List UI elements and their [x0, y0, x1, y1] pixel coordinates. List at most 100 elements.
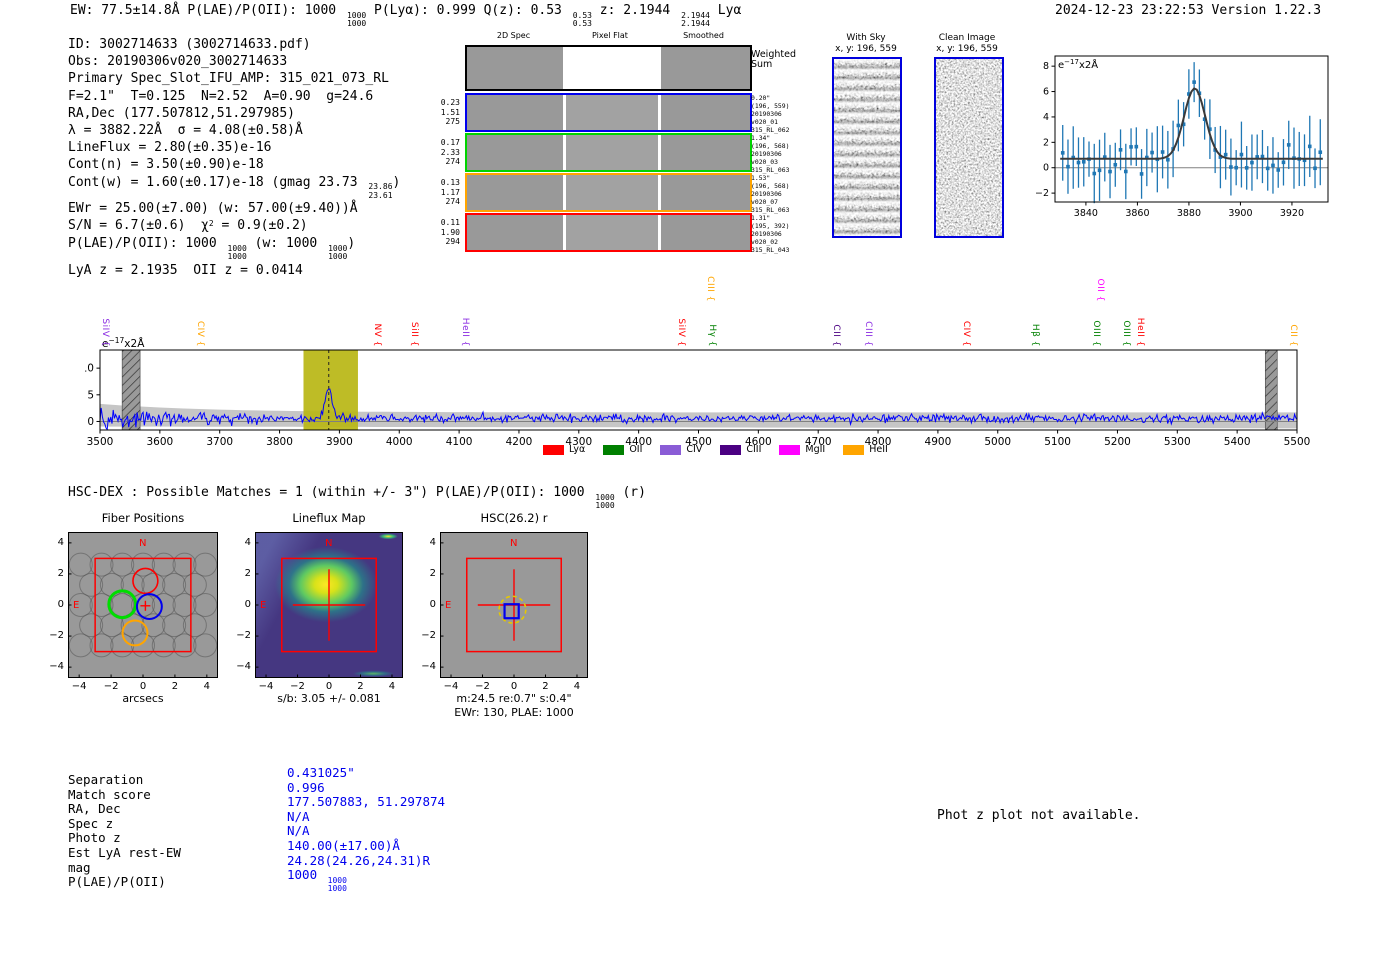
cutout-ytick: −2	[236, 630, 251, 642]
svg-text:N: N	[139, 538, 146, 549]
info-line: LyA z = 2.1935 OII z = 0.0414	[68, 262, 303, 278]
spec2d-left-values: 0.17 2.33 274	[440, 138, 460, 167]
match-table-labels: Separation Match score RA, Dec Spec z Photo …	[68, 772, 181, 890]
cutout-xtick: 0	[510, 681, 518, 692]
stacked-fraction: 1000 1000	[327, 875, 347, 894]
hsc-cutout-title: HSC(26.2) r	[480, 511, 548, 525]
lineflux-caption: s/b: 3.05 +/- 0.081	[277, 692, 381, 705]
info-line: λ = 3882.22Å σ = 4.08(±0.58)Å	[68, 123, 303, 139]
legend-item-OII: OII	[603, 444, 642, 455]
cutout-ytick: −4	[421, 661, 436, 673]
line-fit-plot: 3840 3860 3880 3900 3920 −2 0 2 4 6 8 e−17​x2Å	[1028, 40, 1338, 240]
svg-text:2: 2	[1043, 137, 1049, 148]
cutout-xtick: −2	[290, 681, 305, 692]
spec2d-header-2dspec: 2D Spec	[496, 31, 531, 40]
emission-label-HeII: HeII {	[460, 317, 470, 347]
elixer-report-page: EW: 77.5±14.8Å P(LAE)/P(OII): 1000 1000 1…	[0, 0, 1400, 953]
cutout-ytick: 0	[429, 599, 436, 610]
spec2d-left-values: 0.13 1.17 274	[440, 178, 460, 207]
match-row-value: 1000 1000 1000	[287, 867, 347, 894]
svg-text:5: 5	[87, 389, 94, 401]
cutout-xtick: 2	[171, 681, 179, 692]
cutout-ytick: −4	[49, 661, 64, 673]
spec2d-header-smoothed: Smoothed	[683, 31, 724, 40]
svg-text:3800: 3800	[266, 436, 293, 448]
spec2d-header-pixelflat: Pixel Flat	[592, 31, 628, 40]
emission-label-HeII: HeII {	[1135, 317, 1145, 347]
match-row-value: N/A	[287, 823, 310, 839]
spec2d-row	[465, 133, 752, 172]
info-line: S/N = 6.7(±0.6) χ2 = 0.9(±0.2)	[68, 218, 308, 234]
cutout-ytick: 2	[429, 567, 436, 579]
withsky-image	[832, 57, 902, 238]
stacked-fraction: 1000 1000	[595, 492, 615, 510]
emission-label-NV: NV {	[372, 323, 382, 347]
svg-text:E: E	[260, 600, 266, 611]
svg-text:8: 8	[1043, 61, 1049, 72]
match-row-value: 0.996	[287, 779, 325, 795]
cutout-xtick: 0	[325, 681, 333, 692]
legend-item-CIII: CIII	[720, 444, 761, 455]
info-line: LineFlux = 2.80(±0.35)e-16	[68, 140, 272, 156]
svg-text:4100: 4100	[446, 436, 473, 448]
hsc-caption-2: EWr: 130, PLAE: 1000	[454, 706, 574, 719]
stacked-fraction: 2.1944 2.1944	[681, 10, 710, 28]
info-line: P(LAE)/P(OII): 1000 1000 1000 (w: 1000 10…	[68, 236, 356, 262]
emission-label-Hβ: Hβ {	[1030, 323, 1040, 347]
cutout-xtick: −2	[475, 681, 490, 692]
spec2d-row	[465, 173, 752, 212]
info-line: RA,Dec (177.507812,51.297985)	[68, 105, 295, 121]
emission-label-Hγ: Hγ {	[707, 324, 717, 347]
spec2d-right-labels: 1.31" (195, 392) 20190306 v020_02 315_RL_043	[751, 214, 790, 254]
withsky-title: With Sky x, y: 196, 559	[835, 33, 897, 54]
fiber-positions-title: Fiber Positions	[101, 511, 185, 525]
fiber-positions-xlabel: arcsecs	[122, 692, 164, 705]
svg-text:3880: 3880	[1177, 208, 1201, 219]
photz-note: Phot z plot not available.	[937, 808, 1141, 823]
svg-text:e−17​x2Å: e−17​x2Å	[1058, 58, 1098, 71]
detection-info-block: ID: 3002714633 (3002714633.pdf) Obs: 2019…	[68, 36, 400, 279]
cutout-xtick: 4	[573, 681, 581, 692]
legend-item-HeII: HeII	[843, 444, 888, 455]
svg-text:5500: 5500	[1284, 436, 1310, 448]
svg-text:E: E	[445, 600, 451, 611]
svg-text:6: 6	[1043, 87, 1049, 98]
match-row-label: P(LAE)/P(OII)	[68, 874, 166, 890]
info-line: Obs: 20190306v020_3002714633	[68, 54, 288, 70]
hsc-caption-1: m:24.5 re:0.7" s:0.4"	[456, 692, 572, 705]
match-row-value: N/A	[287, 808, 310, 824]
info-line: ID: 3002714633 (3002714633.pdf)	[68, 37, 311, 52]
svg-text:4900: 4900	[925, 436, 952, 448]
cutout-xtick: 4	[203, 681, 211, 692]
emission-label-SiII: SiII {	[409, 321, 419, 347]
svg-text:N: N	[325, 538, 332, 549]
spec2d-row	[465, 45, 752, 91]
stacked-fraction: 23.86 23.61	[368, 182, 393, 200]
cutout-ytick: 4	[244, 536, 251, 548]
info-line: Cont(w) = 1.60(±0.17)e-18 (gmag 23.73 23…	[68, 174, 401, 200]
match-row-label: RA, Dec	[68, 801, 121, 817]
svg-text:5300: 5300	[1164, 436, 1191, 448]
cutout-ytick: −2	[421, 630, 436, 642]
cutout-xtick: −4	[258, 681, 274, 692]
sky-stripes	[834, 59, 900, 236]
match-row-label: Photo z	[68, 830, 121, 846]
spec2d-row	[465, 213, 752, 252]
emission-label-OII: OII {	[1095, 278, 1105, 302]
weighted-sum-label: Weighted Sum	[751, 49, 796, 70]
spec2d-right-labels: 1.34" (196, 568) 20190306 v020_03 315_RL_063	[751, 134, 790, 174]
svg-text:N: N	[510, 538, 517, 549]
info-line: F=2.1" T=0.125 N=2.52 A=0.90 g=24.6	[68, 88, 374, 104]
match-table-values: 0.431025" 0.996 177.507883, 51.297874 N/A N/…	[287, 765, 445, 894]
spec2d-row	[465, 93, 752, 132]
cutout-ytick: 4	[429, 536, 436, 548]
svg-text:4000: 4000	[386, 436, 413, 448]
summary-header-line: EW: 77.5±14.8Å P(LAE)/P(OII): 1000 1000 1…	[70, 3, 742, 28]
full-spectrum-svg: 3500 3600 3700 3800 3900 4000 4100 4200 4300 4400…	[81, 336, 1311, 448]
lineflux-map-title: Lineflux Map	[292, 511, 366, 525]
stacked-fraction: 1000 1000	[346, 10, 367, 28]
cutout-ytick: −4	[236, 661, 251, 673]
info-line: EWr = 25.00(±7.00) (w: 57.00(±9.40))Å	[68, 201, 358, 216]
stacked-fraction: 0.53 0.53	[572, 10, 592, 28]
info-line: Cont(n) = 3.50(±0.90)e-18	[68, 157, 264, 173]
